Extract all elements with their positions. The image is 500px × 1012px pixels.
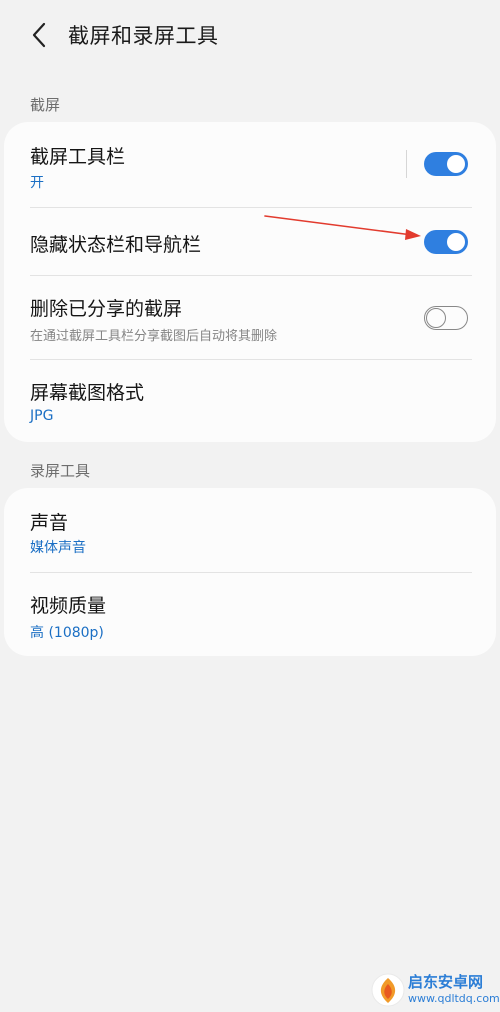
setting-row-screenshot-toolbar[interactable]: 截屏工具栏 开: [4, 122, 496, 208]
toggle-switch-screenshot-toolbar[interactable]: [424, 152, 468, 176]
setting-title: 视频质量: [30, 595, 107, 617]
site-watermark: 启东安卓网 www.qdltdq.com: [366, 968, 500, 1012]
site-logo-icon: [371, 973, 405, 1007]
setting-title: 删除已分享的截屏: [30, 298, 183, 320]
setting-value: 媒体声音: [30, 540, 86, 556]
watermark-name: 启东安卓网: [408, 973, 484, 991]
setting-row-hide-status-nav-bar[interactable]: 隐藏状态栏和导航栏: [4, 208, 496, 276]
setting-row-sound[interactable]: 声音 媒体声音: [4, 488, 496, 573]
setting-title: 截屏工具栏: [30, 146, 126, 168]
section-label-screenshot: 截屏: [30, 96, 61, 114]
app-header: 截屏和录屏工具: [0, 0, 500, 70]
setting-description: 在通过截屏工具栏分享截图后自动将其删除: [30, 329, 278, 344]
setting-title: 屏幕截图格式: [30, 382, 145, 404]
toggle-switch-hide-status-nav-bar[interactable]: [424, 230, 468, 254]
setting-title: 声音: [30, 512, 69, 534]
setting-value: 高 (1080p): [30, 625, 104, 641]
toggle-knob: [426, 307, 446, 328]
recording-settings-card: 声音 媒体声音 视频质量 高 (1080p): [4, 488, 496, 656]
vertical-divider: [406, 150, 407, 178]
screenshot-settings-card: 截屏工具栏 开 隐藏状态栏和导航栏 删除已分享的截屏 在通过截屏工具栏分享截图后…: [4, 122, 496, 442]
back-button[interactable]: [22, 16, 56, 54]
toggle-knob: [445, 153, 467, 175]
toggle-knob: [445, 231, 467, 253]
toggle-switch-delete-shared-screenshots[interactable]: [424, 306, 468, 330]
setting-row-delete-shared-screenshots[interactable]: 删除已分享的截屏 在通过截屏工具栏分享截图后自动将其删除: [4, 276, 496, 360]
chevron-left-icon: [32, 22, 46, 48]
watermark-url: www.qdltdq.com: [408, 992, 500, 1005]
setting-row-screenshot-format[interactable]: 屏幕截图格式 JPG: [4, 360, 496, 442]
page-title: 截屏和录屏工具: [68, 24, 219, 48]
setting-row-video-quality[interactable]: 视频质量 高 (1080p): [4, 573, 496, 656]
setting-title: 隐藏状态栏和导航栏: [30, 234, 202, 256]
setting-value: JPG: [30, 408, 54, 424]
setting-status: 开: [30, 175, 44, 191]
section-label-screen-recording: 录屏工具: [30, 462, 91, 480]
